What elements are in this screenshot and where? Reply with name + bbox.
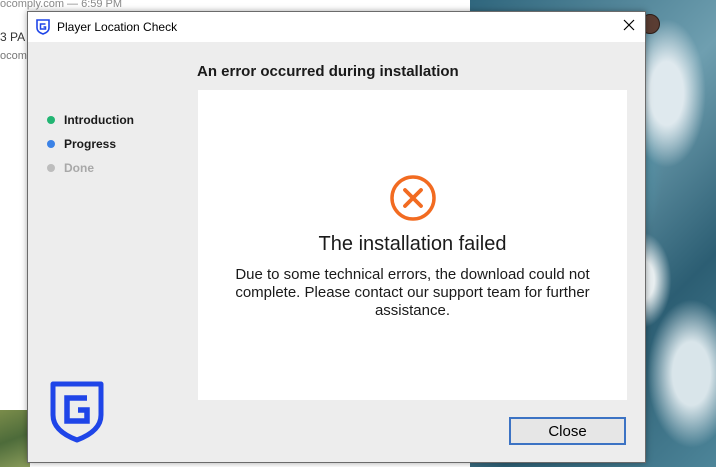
step-label: Done (64, 161, 94, 175)
background-photo (0, 410, 30, 467)
step-introduction: Introduction (47, 108, 134, 132)
status-dot (47, 116, 55, 124)
step-label: Progress (64, 137, 117, 151)
title-bar: Player Location Check (28, 12, 645, 42)
status-dot (47, 164, 55, 172)
window-close-button[interactable] (613, 12, 645, 42)
window-title: Player Location Check (57, 20, 178, 34)
error-circle-x-icon (389, 174, 437, 222)
failure-message: Due to some technical errors, the downlo… (235, 266, 590, 319)
step-label: Introduction (64, 113, 134, 127)
step-progress: Progress (47, 132, 134, 156)
status-dot (47, 140, 55, 148)
step-list: Introduction Progress Done (47, 108, 134, 180)
close-icon (623, 18, 635, 36)
content-panel: The installation failed Due to some tech… (198, 90, 627, 400)
close-button[interactable]: Close (509, 417, 626, 445)
shield-g-logo-icon (50, 381, 104, 443)
shield-g-logo-icon (36, 19, 50, 35)
installer-dialog: Player Location Check Introduction Progr… (27, 11, 646, 463)
step-done: Done (47, 156, 134, 180)
page-title: An error occurred during installation (197, 63, 459, 80)
failure-title: The installation failed (318, 233, 507, 255)
background-strip-text: ocomply.com — 6:59 PM (0, 0, 470, 10)
